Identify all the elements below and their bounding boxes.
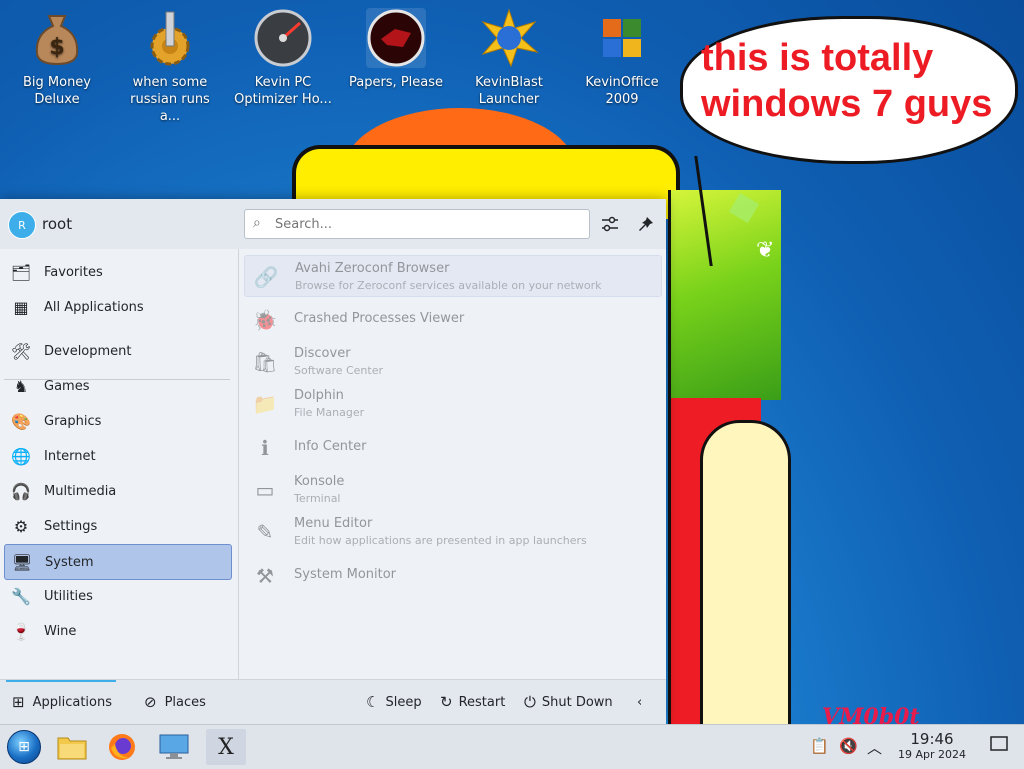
utilities-icon: 🔧 [11, 586, 31, 606]
application-list: 🔗 Avahi Zeroconf Browser Browse for Zero… [244, 253, 662, 673]
search-box[interactable]: ⌕ [244, 209, 590, 239]
category-multimedia[interactable]: 🎧 Multimedia [4, 474, 230, 508]
category-all-applications[interactable]: ▦ All Applications [4, 290, 230, 324]
app-system-monitor[interactable]: ⚒ System Monitor [244, 555, 660, 595]
avatar[interactable]: R [8, 211, 36, 239]
category-graphics[interactable]: 🎨 Graphics [4, 404, 230, 438]
starburst-icon [479, 8, 539, 68]
speedometer-icon [253, 8, 313, 68]
category-sidebar: 🗂 Favorites ▦ All Applications 🛠 Develop… [0, 249, 238, 679]
favorites-icon: 🗂 [10, 262, 32, 282]
info-icon: ℹ [261, 436, 269, 460]
restart-button[interactable]: ↻ Restart [440, 690, 505, 714]
configure-icon[interactable] [598, 212, 622, 236]
pin-icon[interactable] [634, 212, 658, 236]
launcher-header: R root ⌕ [0, 199, 666, 249]
games-icon: ♞ [13, 376, 29, 396]
development-icon: 🛠 [10, 341, 32, 361]
desktop-icon-big-money[interactable]: $ Big Money Deluxe [5, 8, 109, 108]
desktop-icon-papers-please[interactable]: Papers, Please [344, 8, 448, 91]
category-wine[interactable]: 🍷 Wine [4, 614, 230, 648]
multimedia-icon: 🎧 [11, 481, 31, 501]
category-favorites[interactable]: 🗂 Favorites [4, 255, 230, 289]
wine-icon: 🍷 [11, 621, 31, 641]
active-tab-indicator [6, 680, 116, 682]
network-icon: 🔗 [253, 265, 279, 289]
desktop-icon-kevinoffice[interactable]: KevinOffice 2009 [570, 8, 674, 108]
bug-icon: 🐞 [252, 308, 278, 332]
leave-more-button[interactable]: ‹ [637, 690, 642, 714]
wine-x-icon[interactable]: X [206, 729, 246, 765]
money-bag-icon: $ [27, 8, 87, 68]
speech-bubble: this is totally windows 7 guys [680, 16, 1018, 164]
chevron-up-icon[interactable]: ︿ [867, 737, 882, 758]
start-button[interactable]: ⊞ [4, 729, 44, 765]
app-avahi-zeroconf-browser[interactable]: 🔗 Avahi Zeroconf Browser Browse for Zero… [244, 255, 662, 297]
category-games[interactable]: ♞ Games [4, 369, 230, 403]
windows-logo-icon: ⊞ [7, 730, 41, 764]
terminal-icon: ▭ [255, 478, 275, 502]
all-applications-icon: ▦ [13, 297, 29, 317]
system-monitor-icon: ⚒ [256, 564, 274, 588]
menu-editor-icon: ✎ [256, 520, 274, 544]
bubble-line-2: windows 7 guys [701, 83, 993, 125]
sleep-icon: ☾ [366, 693, 380, 711]
clock-time[interactable]: 19:46 [896, 730, 968, 748]
painted-arm [700, 420, 791, 730]
category-development[interactable]: 🛠 Development [4, 334, 230, 368]
restart-icon: ↻ [440, 693, 453, 711]
papers-please-icon [366, 8, 426, 68]
discover-icon: 🛍 [252, 350, 278, 374]
username: root [42, 215, 73, 233]
file-manager-icon[interactable] [52, 729, 92, 765]
clock-date[interactable]: 19 Apr 2024 [890, 748, 974, 761]
category-system[interactable]: 🖥 System [4, 544, 232, 580]
firefox-icon[interactable] [102, 729, 142, 765]
volume-muted-icon[interactable]: 🔇 [839, 737, 858, 755]
app-menu-editor[interactable]: ✎ Menu Editor Edit how applications are … [244, 511, 660, 551]
search-icon: ⌕ [253, 215, 261, 231]
desktop-icon-russian[interactable]: when some russian runs a... [118, 8, 222, 125]
chevron-left-icon: ‹ [637, 694, 643, 710]
settings-icon: ⚙ [13, 516, 29, 536]
category-utilities[interactable]: 🔧 Utilities [4, 579, 230, 613]
clipboard-icon[interactable]: 📋 [810, 737, 829, 755]
internet-icon: 🌐 [11, 446, 31, 466]
launcher-footer: ⊞ Applications ⊘ Places ☾ Sleep ↻ Restar… [0, 679, 666, 725]
compass-icon: ⊘ [144, 693, 157, 711]
grid-icon: ⊞ [12, 693, 25, 711]
graphics-icon: 🎨 [11, 411, 31, 431]
shutdown-button[interactable]: ⏻ Shut Down [524, 690, 613, 714]
system-settings-icon[interactable] [154, 729, 194, 765]
app-info-center[interactable]: ℹ Info Center [244, 427, 660, 467]
search-input[interactable] [273, 213, 577, 235]
butterfly-icon: ❦ [756, 238, 775, 263]
app-konsole[interactable]: ▭ Konsole Terminal [244, 469, 660, 509]
app-dolphin[interactable]: 📁 Dolphin File Manager [244, 383, 660, 423]
tab-applications[interactable]: ⊞ Applications [12, 690, 112, 714]
show-desktop-icon[interactable] [990, 736, 1008, 756]
bubble-text: this is totally windows 7 guys [701, 35, 992, 127]
category-internet[interactable]: 🌐 Internet [4, 439, 230, 473]
desktop-icon-kevinblast[interactable]: KevinBlast Launcher [457, 8, 561, 108]
tab-places[interactable]: ⊘ Places [144, 690, 206, 714]
taskbar: ⊞ X 📋 🔇 ︿ 19:46 19 Apr 2024 [0, 724, 1024, 769]
panel-divider [238, 249, 239, 679]
gear-icon [140, 8, 200, 68]
app-discover[interactable]: 🛍 Discover Software Center [244, 341, 660, 381]
sleep-button[interactable]: ☾ Sleep [366, 690, 422, 714]
svg-text:$: $ [49, 35, 64, 60]
office-logo-icon [592, 8, 652, 68]
folder-icon: 📁 [252, 392, 278, 416]
app-crashed-processes-viewer[interactable]: 🐞 Crashed Processes Viewer [244, 299, 660, 339]
desktop-icon-kevin-pc-optimizer[interactable]: Kevin PC Optimizer Ho... [231, 8, 335, 108]
bubble-line-1: this is totally [701, 37, 934, 79]
system-icon: 🖥 [11, 552, 33, 572]
power-icon: ⏻ [524, 693, 536, 711]
category-settings[interactable]: ⚙ Settings [4, 509, 230, 543]
application-launcher: R root ⌕ 🗂 Favorites ▦ All Applications … [0, 199, 666, 725]
